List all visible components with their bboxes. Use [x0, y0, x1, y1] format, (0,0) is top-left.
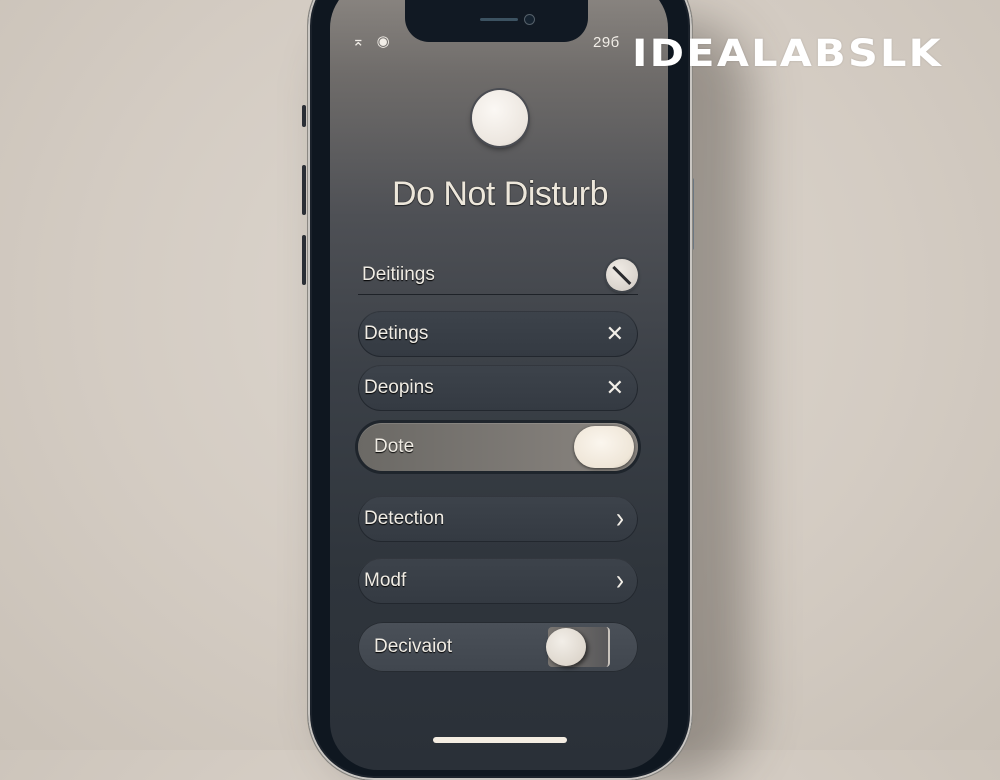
row-label: Detection	[364, 508, 445, 529]
toggle-knob[interactable]	[546, 628, 586, 666]
status-time: 29б	[593, 34, 620, 51]
status-bar-left: ⌅ ◉	[352, 32, 390, 50]
dnd-indicator-icon[interactable]	[472, 90, 528, 146]
settings-row-deopins[interactable]: Deopins ✕	[358, 365, 638, 411]
silent-switch[interactable]	[302, 105, 306, 127]
settings-row-detection[interactable]: Detection ›	[358, 496, 638, 542]
settings-row-deitiings[interactable]: Deitiings	[358, 255, 638, 295]
wifi-icon: ◉	[376, 33, 390, 50]
close-icon[interactable]: ✕	[606, 377, 624, 399]
notch	[405, 0, 588, 42]
settings-row-decivaiot[interactable]: Decivaiot	[358, 622, 638, 672]
watermark-logo: IDEALABSLK	[632, 32, 944, 75]
row-label: Detings	[364, 323, 429, 344]
row-label: Decivaiot	[374, 636, 453, 657]
home-indicator[interactable]	[433, 737, 567, 743]
toggle-switch-off[interactable]	[546, 627, 610, 667]
speaker-grille	[480, 18, 518, 21]
settings-row-dote[interactable]: Dote	[358, 423, 638, 471]
chevron-right-icon: ›	[616, 502, 624, 535]
volume-down-button[interactable]	[302, 235, 306, 285]
chevron-right-icon: ›	[616, 564, 624, 597]
row-label: Deopins	[364, 377, 434, 398]
signal-icon: ⌅	[352, 33, 365, 50]
settings-row-detings[interactable]: Detings ✕	[358, 311, 638, 357]
block-icon[interactable]	[606, 258, 638, 291]
row-label: Deitiings	[362, 263, 435, 285]
close-icon[interactable]: ✕	[606, 323, 624, 345]
row-label: Dote	[374, 436, 415, 457]
front-camera	[524, 14, 535, 25]
row-label: Modf	[364, 570, 407, 591]
volume-up-button[interactable]	[302, 165, 306, 215]
page-title: Do Not Disturb	[392, 175, 608, 213]
settings-row-modf[interactable]: Modf ›	[358, 558, 638, 604]
toggle-switch-on[interactable]	[574, 426, 634, 468]
